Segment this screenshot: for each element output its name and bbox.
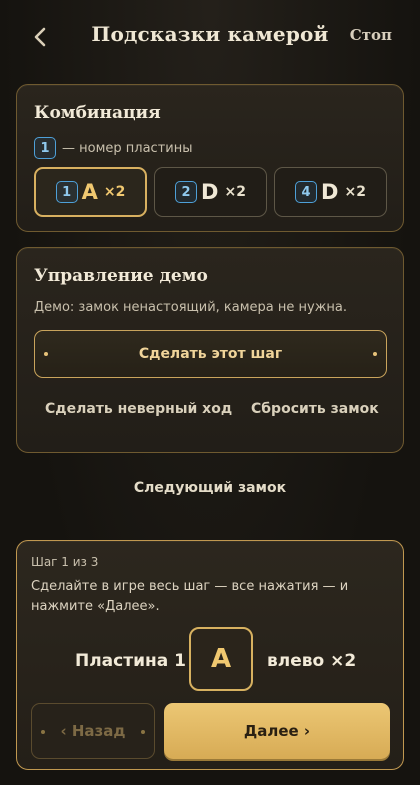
step-counter: Шаг 1 из 3: [31, 555, 99, 569]
reset-lock-button[interactable]: Сбросить замок: [251, 401, 379, 417]
plate-label: Пластина 1: [75, 651, 186, 671]
plate-number-legend: 1 — номер пластины: [34, 137, 192, 159]
combo-item-1[interactable]: 1 A ×2: [34, 167, 147, 217]
button-dot-right: [141, 730, 145, 734]
next-button[interactable]: Далее ›: [164, 703, 390, 759]
wrong-move-button[interactable]: Сделать неверный ход: [45, 401, 232, 417]
stop-button[interactable]: Стоп: [350, 26, 392, 44]
combo-item-2[interactable]: 2 D ×2: [154, 167, 267, 217]
top-bar: Подсказки камерой Стоп: [0, 0, 420, 74]
button-dot-left: [44, 352, 48, 356]
demo-title: Управление демо: [34, 266, 208, 286]
legend-number-badge: 1: [34, 137, 56, 159]
combo-plate-number: 2: [175, 181, 198, 203]
demo-description: Демо: замок ненастоящий, камера не нужна…: [34, 300, 348, 315]
combo-item-3[interactable]: 4 D ×2: [274, 167, 387, 217]
button-dot-right: [373, 352, 377, 356]
plate-key-badge: A: [189, 627, 253, 691]
combo-plate-number: 4: [295, 181, 318, 203]
legend-text: — номер пластины: [62, 140, 193, 156]
next-lock-button[interactable]: Следующий замок: [0, 480, 420, 496]
button-dot-left: [41, 730, 45, 734]
combo-plate-number: 1: [55, 181, 78, 203]
combo-letter: D: [201, 180, 219, 204]
step-instruction: Сделайте в игре весь шаг — все нажатия —…: [31, 579, 349, 614]
do-step-label: Сделать этот шаг: [138, 346, 283, 362]
step-card: Шаг 1 из 3 Сделайте в игре весь шаг — вс…: [16, 540, 404, 770]
combo-count: ×2: [103, 184, 126, 200]
combination-card: Комбинация 1 — номер пластины 1 A ×2 2 D…: [16, 84, 404, 232]
back-button[interactable]: ‹ Назад: [31, 703, 155, 759]
plate-direction: влево ×2: [267, 651, 357, 671]
combination-title: Комбинация: [34, 103, 161, 123]
combo-letter: A: [81, 180, 98, 204]
combo-count: ×2: [224, 184, 246, 200]
combo-letter: D: [321, 180, 339, 204]
demo-controls-card: Управление демо Демо: замок ненастоящий,…: [16, 247, 404, 453]
combo-count: ×2: [344, 184, 366, 200]
back-label: ‹ Назад: [60, 722, 126, 740]
do-step-button[interactable]: Сделать этот шаг: [34, 330, 387, 378]
